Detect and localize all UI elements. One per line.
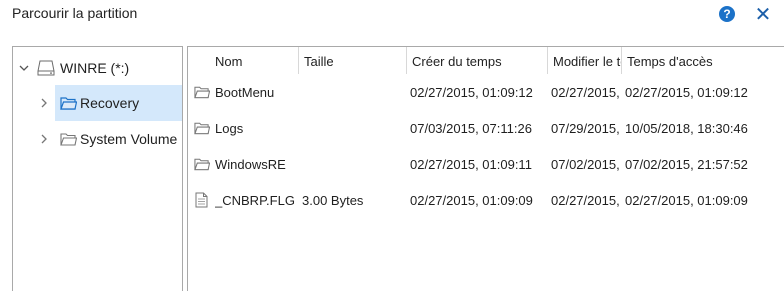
- list-row[interactable]: WindowsRE 02/27/2015, 01:09:11 07/02/201…: [188, 146, 784, 182]
- modified-time: 02/27/2015, 01:09:12: [551, 84, 620, 100]
- tree-item-label: WINRE (*:): [60, 60, 130, 76]
- file-size: [302, 110, 406, 146]
- list-row[interactable]: _CNBRP.FLG 3.00 Bytes 02/27/2015, 01:09:…: [188, 182, 784, 218]
- close-icon: ✕: [754, 3, 772, 26]
- file-size: 3.00 Bytes: [302, 192, 364, 208]
- folder-tree[interactable]: WINRE (*:) Recovery System Volume Inform…: [12, 46, 183, 291]
- file-name: Logs: [215, 120, 244, 136]
- title-bar: Parcourir la partition ? ✕: [0, 0, 784, 30]
- modified-time: 02/27/2015, 01:09:09: [551, 192, 620, 208]
- column-header-size[interactable]: Taille: [299, 47, 406, 76]
- file-list[interactable]: Nom Taille Créer du temps Modifier le te…: [187, 46, 784, 291]
- folder-icon: [59, 95, 77, 111]
- accessed-time: 10/05/2018, 18:30:46: [625, 120, 748, 136]
- list-header: Nom Taille Créer du temps Modifier le te…: [188, 47, 784, 76]
- tree-item-root[interactable]: WINRE (*:): [13, 50, 182, 86]
- drive-icon: [36, 59, 56, 77]
- close-button[interactable]: ✕: [752, 3, 774, 26]
- file-name: BootMenu: [215, 84, 275, 100]
- column-header-accessed[interactable]: Temps d'accès: [622, 47, 784, 76]
- accessed-time: 02/27/2015, 01:09:12: [625, 84, 748, 100]
- file-size: [302, 146, 406, 182]
- folder-icon: [193, 84, 210, 100]
- modified-time: 07/29/2015, 07:11:26: [551, 120, 620, 136]
- file-icon: [193, 191, 210, 209]
- accessed-time: 02/27/2015, 01:09:09: [625, 192, 748, 208]
- created-time: 02/27/2015, 01:09:12: [410, 84, 533, 100]
- folder-icon: [59, 131, 77, 147]
- help-button[interactable]: ?: [719, 6, 735, 22]
- modified-time: 07/02/2015, 01:09:11: [551, 156, 620, 172]
- tree-item-system-volume-information[interactable]: System Volume Information: [55, 121, 182, 157]
- tree-item-label: System Volume Information: [80, 131, 182, 147]
- chevron-right-icon[interactable]: [38, 97, 50, 109]
- list-row[interactable]: Logs 07/03/2015, 07:11:26 07/29/2015, 07…: [188, 110, 784, 146]
- accessed-time: 07/02/2015, 21:57:52: [625, 156, 748, 172]
- column-header-modified[interactable]: Modifier le temps: [548, 47, 621, 76]
- column-header-name[interactable]: Nom: [210, 47, 298, 76]
- created-time: 07/03/2015, 07:11:26: [410, 120, 532, 136]
- created-time: 02/27/2015, 01:09:11: [410, 156, 532, 172]
- tree-item-label: Recovery: [80, 95, 140, 111]
- column-header-created[interactable]: Créer du temps: [407, 47, 547, 76]
- chevron-right-icon[interactable]: [38, 133, 50, 145]
- dialog-title: Parcourir la partition: [12, 5, 138, 21]
- folder-icon: [193, 156, 210, 172]
- folder-icon: [193, 120, 210, 136]
- tree-item-recovery[interactable]: Recovery: [55, 85, 182, 121]
- help-icon: ?: [723, 7, 731, 21]
- file-name: _CNBRP.FLG: [215, 192, 295, 208]
- file-size: [302, 74, 406, 110]
- chevron-down-icon[interactable]: [18, 62, 30, 74]
- list-row[interactable]: BootMenu 02/27/2015, 01:09:12 02/27/2015…: [188, 74, 784, 110]
- file-name: WindowsRE: [215, 156, 286, 172]
- created-time: 02/27/2015, 01:09:09: [410, 192, 533, 208]
